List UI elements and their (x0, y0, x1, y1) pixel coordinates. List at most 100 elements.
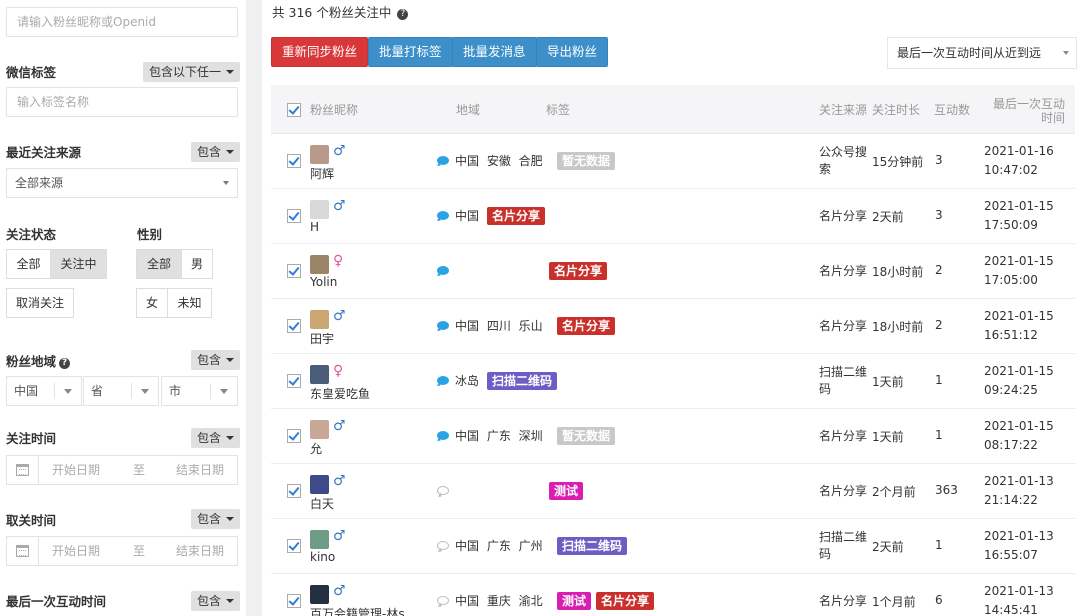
avatar[interactable] (310, 255, 329, 274)
chat-bubble-icon[interactable] (437, 596, 449, 605)
recent-source-mode-dropdown[interactable]: 包含 (191, 142, 241, 162)
tag-badge[interactable]: 名片分享 (596, 592, 655, 610)
last-interact-label: 最后一次互动时间 (6, 594, 107, 609)
interaction-count: 1 (935, 538, 943, 552)
tag-badge[interactable]: 扫描二维码 (487, 372, 558, 390)
fan-nickname[interactable]: 白天 (310, 495, 334, 512)
fan-search-input[interactable]: 请输入粉丝昵称或Openid (6, 7, 238, 37)
tag-badge[interactable]: 测试 (557, 592, 592, 610)
chat-bubble-icon[interactable] (437, 266, 449, 275)
summary-suffix: 个粉丝关注中 (316, 5, 392, 20)
table-row[interactable]: ♂ H 中国 名片分享 名片分享 2天前 3 2021-01-15 17:50:09 (271, 189, 1075, 244)
row-checkbox[interactable] (287, 539, 301, 553)
select-all-checkbox[interactable] (287, 103, 301, 117)
fan-nickname[interactable]: Yolin (310, 275, 337, 289)
avatar[interactable] (310, 530, 329, 549)
follow-status-unfollowed[interactable]: 取消关注 (6, 288, 74, 318)
chat-bubble-icon[interactable] (437, 431, 449, 440)
tag-badge[interactable]: 名片分享 (549, 262, 608, 280)
row-checkbox[interactable] (287, 594, 301, 608)
row-checkbox[interactable] (287, 429, 301, 443)
date-range-separator: 至 (133, 544, 146, 558)
avatar[interactable] (310, 310, 329, 329)
chat-bubble-icon[interactable] (437, 376, 449, 385)
tag-badge[interactable]: 暂无数据 (557, 152, 616, 170)
table-row[interactable]: ♀ 东皇爱吃鱼 冰岛 扫描二维码 扫描二维码 1天前 1 2021-01-15 09:24:2… (271, 354, 1075, 409)
wechat-tag-mode-dropdown[interactable]: 包含以下任一 (143, 62, 241, 82)
province-select[interactable]: 省 (83, 376, 159, 406)
gender-male[interactable]: 男 (181, 249, 213, 279)
table-row[interactable]: ♂ 阿辉 中国 安徽 合肥 暂无数据 公众号搜索 15分钟前 3 2021-01-16 10:… (271, 134, 1075, 189)
avatar[interactable] (310, 585, 329, 604)
help-icon[interactable]: ? (59, 358, 71, 369)
tag-badge[interactable]: 测试 (549, 482, 584, 500)
tag-badge[interactable]: 名片分享 (487, 207, 546, 225)
fan-nickname[interactable]: 阿辉 (310, 165, 334, 182)
fan-tags: 扫描二维码 (487, 372, 562, 390)
table-row[interactable]: ♂ 允 中国 广东 深圳 暂无数据 名片分享 1天前 1 2021-01-15 08:17:2… (271, 409, 1075, 464)
row-checkbox[interactable] (287, 209, 301, 223)
header-last-time: 最后一次互动时间 (992, 97, 1065, 125)
follow-status-all[interactable]: 全部 (6, 249, 51, 279)
batch-message-button[interactable]: 批量发消息 (452, 37, 537, 67)
tag-name-input[interactable]: 输入标签名称 (6, 87, 238, 117)
resync-fans-button[interactable]: 重新同步粉丝 (271, 37, 369, 67)
avatar[interactable] (310, 145, 329, 164)
unfollow-start-date[interactable]: 开始日期 (52, 537, 100, 565)
tag-badge[interactable]: 扫描二维码 (557, 537, 628, 555)
follow-status-following[interactable]: 关注中 (50, 249, 107, 279)
row-checkbox[interactable] (287, 154, 301, 168)
last-interaction-time: 2021-01-16 10:47:02 (984, 144, 1054, 177)
tag-badge[interactable]: 名片分享 (557, 317, 616, 335)
fan-nickname[interactable]: H (310, 220, 319, 234)
follow-end-date[interactable]: 结束日期 (176, 456, 224, 484)
unfollow-time-range[interactable]: 开始日期 至 结束日期 (6, 536, 238, 566)
chat-bubble-icon[interactable] (437, 211, 449, 220)
fan-nickname[interactable]: 百万会籍管理-林s (310, 605, 405, 616)
city-select[interactable]: 市 (161, 376, 238, 406)
table-row[interactable]: ♂ 白天 测试 名片分享 2个月前 363 2021-01-13 21:14:22 (271, 464, 1075, 519)
batch-tag-button[interactable]: 批量打标签 (368, 37, 453, 67)
avatar[interactable] (310, 200, 329, 219)
tag-badge[interactable]: 暂无数据 (557, 427, 616, 445)
table-row[interactable]: ♂ 田宇 中国 四川 乐山 名片分享 名片分享 18小时前 2 2021-01-15 16:5… (271, 299, 1075, 354)
table-row[interactable]: ♂ kino 中国 广东 广州 扫描二维码 扫描二维码 2天前 1 2021-01-13 16… (271, 519, 1075, 574)
follow-source: 名片分享 (819, 594, 868, 608)
unfollow-time-mode-dropdown[interactable]: 包含 (191, 509, 241, 529)
chat-bubble-icon[interactable] (437, 321, 449, 330)
avatar[interactable] (310, 475, 329, 494)
sort-select[interactable]: 最后一次互动时间从近到远 (887, 37, 1077, 69)
follow-start-date[interactable]: 开始日期 (52, 456, 100, 484)
chat-bubble-icon[interactable] (437, 486, 449, 495)
row-checkbox[interactable] (287, 319, 301, 333)
export-fans-button[interactable]: 导出粉丝 (536, 37, 609, 67)
fan-nickname[interactable]: 田宇 (310, 330, 334, 347)
gender-all[interactable]: 全部 (136, 249, 182, 279)
last-interact-mode-dropdown[interactable]: 包含 (191, 591, 241, 611)
help-icon[interactable]: ? (397, 9, 409, 20)
row-checkbox[interactable] (287, 264, 301, 278)
chevron-down-icon (226, 436, 235, 440)
table-row[interactable]: ♀ Yolin 名片分享 名片分享 18小时前 2 2021-01-15 17:05:00 (271, 244, 1075, 299)
follow-time-range[interactable]: 开始日期 至 结束日期 (6, 455, 238, 485)
follow-duration: 2天前 (872, 210, 904, 224)
region-mode-dropdown[interactable]: 包含 (191, 350, 241, 370)
fan-nickname[interactable]: 允 (310, 440, 322, 457)
chat-bubble-icon[interactable] (437, 156, 449, 165)
row-checkbox[interactable] (287, 484, 301, 498)
chat-bubble-icon[interactable] (437, 541, 449, 550)
follow-time-mode-dropdown[interactable]: 包含 (191, 428, 241, 448)
row-checkbox[interactable] (287, 374, 301, 388)
fan-region: 中国 广东 广州 (455, 539, 543, 553)
fan-nickname[interactable]: 东皇爱吃鱼 (310, 385, 370, 402)
gender-unknown[interactable]: 未知 (167, 288, 212, 318)
recent-source-value: 全部来源 (15, 176, 64, 190)
table-row[interactable]: ♂ 百万会籍管理-林s 中国 重庆 渝北 测试 名片分享 名片分享 1个月前 6 2021-01… (271, 574, 1075, 616)
avatar[interactable] (310, 365, 329, 384)
fan-nickname[interactable]: kino (310, 550, 335, 564)
country-select[interactable]: 中国 (6, 376, 82, 406)
gender-female[interactable]: 女 (136, 288, 168, 318)
avatar[interactable] (310, 420, 329, 439)
unfollow-end-date[interactable]: 结束日期 (176, 537, 224, 565)
recent-source-select[interactable]: 全部来源 (6, 168, 238, 198)
